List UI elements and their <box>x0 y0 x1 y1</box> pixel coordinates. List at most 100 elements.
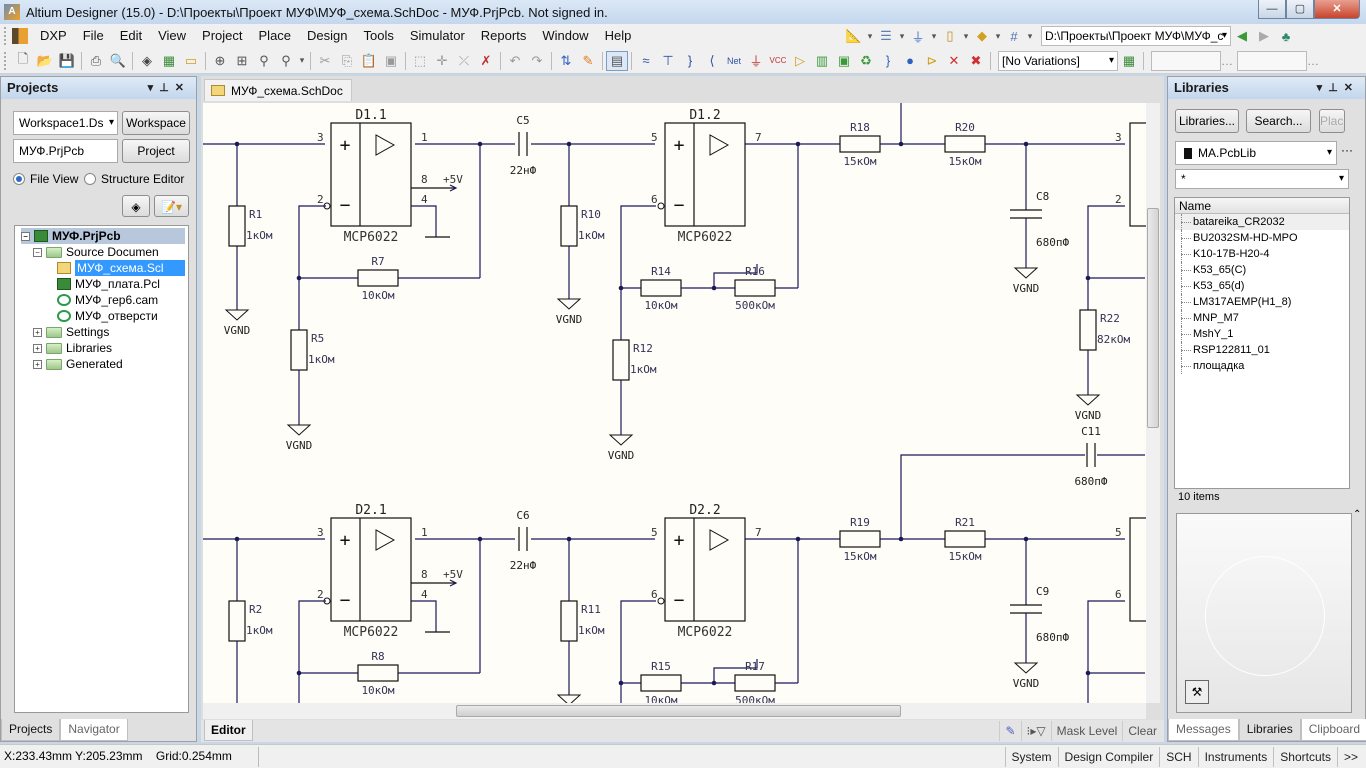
menu-window[interactable]: Window <box>534 25 596 47</box>
list-item[interactable]: MNP_M7 <box>1175 310 1349 326</box>
vcc-icon[interactable]: VCC <box>767 51 789 71</box>
menu-tools[interactable]: Tools <box>356 25 402 47</box>
document-path-combo[interactable]: D:\Проекты\Проект МУФ\МУФ_с <box>1041 26 1231 46</box>
vertical-scrollbar[interactable] <box>1146 103 1160 703</box>
panel-design-compiler[interactable]: Design Compiler <box>1057 747 1160 767</box>
menu-design[interactable]: Design <box>299 25 355 47</box>
mask-level-button[interactable]: Mask Level <box>1050 721 1123 741</box>
chevron-down-icon[interactable]: ▾ <box>929 26 939 46</box>
back-icon[interactable]: ◀ <box>1231 26 1253 46</box>
align-icon[interactable]: ☰ <box>875 26 897 46</box>
cross-probe-icon[interactable]: ⇅ <box>555 51 577 71</box>
more-icon[interactable]: … <box>1221 54 1233 68</box>
net-label-icon[interactable]: Net <box>723 51 745 71</box>
harness-entry-icon[interactable]: ● <box>899 51 921 71</box>
list-item[interactable]: K53_65(C) <box>1175 262 1349 278</box>
library-combo[interactable]: MA.PcbLib ▾ <box>1175 141 1337 165</box>
tree-doc[interactable]: МУФ_отверсти <box>57 308 158 324</box>
save-icon[interactable]: 💾 <box>56 51 78 71</box>
list-item[interactable]: K10-17B-H20-4 <box>1175 246 1349 262</box>
chevron-down-icon[interactable]: ▾ <box>865 26 875 46</box>
port-icon[interactable]: ◆ <box>971 26 993 46</box>
ground-icon[interactable]: ⏚ <box>745 51 767 71</box>
libraries-button[interactable]: Libraries... <box>1175 109 1239 133</box>
tree-folder-source[interactable]: − Source Documen <box>33 244 159 260</box>
tab-navigator[interactable]: Navigator <box>60 719 128 741</box>
list-item[interactable]: batareika_CR2032 <box>1175 214 1349 230</box>
tree-folder-settings[interactable]: + Settings <box>33 324 109 340</box>
close-button[interactable]: ✕ <box>1314 0 1360 19</box>
tab-editor[interactable]: Editor <box>204 720 253 741</box>
empty-combo-2[interactable] <box>1237 50 1307 71</box>
print-icon[interactable]: ⎙ <box>85 51 107 71</box>
menu-simulator[interactable]: Simulator <box>402 25 473 47</box>
hammer-filter-icon[interactable]: ⚒ <box>1185 680 1209 704</box>
panel-sch[interactable]: SCH <box>1159 747 1197 767</box>
paste-icon[interactable]: 📋 <box>358 51 380 71</box>
tab-messages[interactable]: Messages <box>1168 719 1239 741</box>
power-port-icon[interactable]: ⏚ <box>907 26 929 46</box>
menu-dxp[interactable]: DXP <box>32 25 75 47</box>
zoom-area-icon[interactable]: ⊞ <box>231 51 253 71</box>
menu-edit[interactable]: Edit <box>112 25 150 47</box>
place-button[interactable]: Place <box>1319 109 1345 133</box>
menu-view[interactable]: View <box>150 25 194 47</box>
list-item[interactable]: площадка <box>1175 358 1349 374</box>
tab-clipboard[interactable]: Clipboard <box>1300 719 1366 741</box>
minimize-button[interactable]: — <box>1258 0 1286 19</box>
menu-help[interactable]: Help <box>597 25 640 47</box>
project-field[interactable]: МУФ.PrjPcb <box>13 139 118 163</box>
compile-mask-icon[interactable]: ✖ <box>965 51 987 71</box>
tree-folder-libraries[interactable]: + Libraries <box>33 340 112 356</box>
print-preview-icon[interactable]: 🔍 <box>107 51 129 71</box>
scroll-thumb[interactable] <box>1147 208 1159 428</box>
bus-entry-icon[interactable]: } <box>679 51 701 71</box>
tree-doc[interactable]: МУФ_плата.Pcl <box>57 276 160 292</box>
browse-icon[interactable]: ▤ <box>606 50 628 71</box>
pin-icon[interactable]: ⊥ <box>159 82 175 94</box>
redo-icon[interactable]: ↷ <box>526 51 548 71</box>
more-panels-button[interactable]: >> <box>1336 747 1364 767</box>
tree-folder-generated[interactable]: + Generated <box>33 356 123 372</box>
filter-icon[interactable]: ⁝▸▽ <box>1020 721 1051 741</box>
filter-input[interactable]: * ▾ <box>1175 169 1349 189</box>
variant-manager-icon[interactable]: ▦ <box>1118 51 1140 71</box>
search-button[interactable]: Search... <box>1246 109 1311 133</box>
device-sheet-icon[interactable]: ♻ <box>855 51 877 71</box>
compile-project-button[interactable]: ◈ <box>122 195 150 217</box>
tree-doc[interactable]: МУФ_схема.Scl <box>57 260 185 276</box>
more-icon[interactable]: ··· <box>1341 143 1353 157</box>
sheet-symbol-icon[interactable]: ▥ <box>811 51 833 71</box>
menu-place[interactable]: Place <box>251 25 300 47</box>
menu-file[interactable]: File <box>75 25 112 47</box>
zoom-fit-icon[interactable]: ⊕ <box>209 51 231 71</box>
chevron-down-icon[interactable]: ▾ <box>993 26 1003 46</box>
chevron-down-icon[interactable]: ▾ <box>897 26 907 46</box>
schematic-canvas[interactable]: R1 1кОм VGND + − D1.1 MCP6022 3 2 1 8 4 +5V C5 22нФ R10… <box>203 103 1146 703</box>
empty-combo-1[interactable] <box>1151 50 1221 71</box>
mask-icon[interactable]: ✎ <box>999 721 1020 741</box>
sch-icon[interactable]: ▭ <box>180 51 202 71</box>
port-icon[interactable]: ▷ <box>789 51 811 71</box>
schematic[interactable]: R1 1кОм VGND + − D1.1 MCP6022 3 2 1 8 4 +5V C5 22нФ R10… <box>203 103 1146 703</box>
harness-icon[interactable]: ⟨ <box>701 51 723 71</box>
parameter-icon[interactable]: ⊳ <box>921 51 943 71</box>
structure-editor-radio[interactable]: Structure Editor <box>84 172 184 186</box>
no-erc-icon[interactable]: ✕ <box>943 51 965 71</box>
project-options-button[interactable]: 📝▾ <box>154 195 189 217</box>
list-item[interactable]: BU2032SM-HD-MPO <box>1175 230 1349 246</box>
tree-doc[interactable]: МУФ_гер6.cam <box>57 292 158 308</box>
new-icon[interactable]: 🗋 <box>12 51 34 71</box>
select-icon[interactable]: ⬚ <box>409 51 431 71</box>
workspace-button[interactable]: Workspace <box>122 111 190 135</box>
more-icon[interactable]: … <box>1307 54 1319 68</box>
part-icon[interactable]: ▯ <box>939 26 961 46</box>
chevron-down-icon[interactable]: ▾ <box>297 51 307 71</box>
menu-project[interactable]: Project <box>194 25 250 47</box>
bus-icon[interactable]: ⊤ <box>657 51 679 71</box>
document-tab[interactable]: МУФ_схема.SchDoc <box>204 79 352 101</box>
panel-instruments[interactable]: Instruments <box>1197 747 1274 767</box>
horizontal-scrollbar[interactable] <box>203 703 1146 719</box>
clear-button[interactable]: Clear <box>1122 721 1162 741</box>
chevron-down-icon[interactable]: ▾ <box>1025 26 1035 46</box>
